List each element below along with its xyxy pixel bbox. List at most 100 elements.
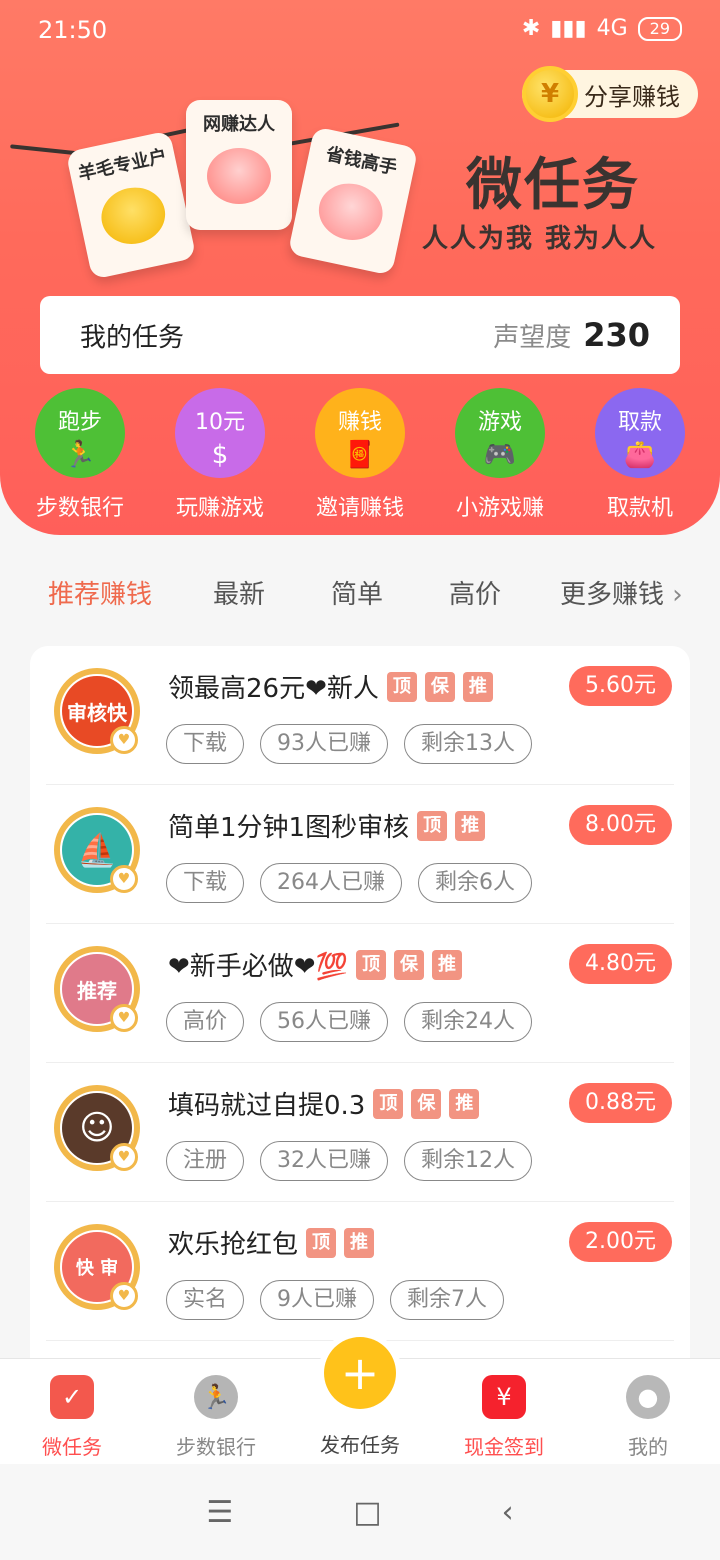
home-icon[interactable]: □ (353, 1495, 381, 1530)
mascot-card-label: 羊毛专业户 (76, 145, 169, 186)
task-row[interactable]: ☺ ♥ 填码就过自提0.3 顶 保 推 0.88元 注册 32人已赚 剩余12人 (46, 1063, 674, 1202)
vip-heart-icon: ♥ (110, 1143, 138, 1171)
badge-recommend: 推 (344, 1227, 375, 1258)
task-title: 填码就过自提0.3 顶 保 推 (168, 1085, 480, 1122)
phone-money-icon: 10元 $ (175, 388, 265, 478)
quick-play-games[interactable]: 10元 $ 玩赚游戏 (150, 388, 290, 522)
badge-top: 顶 (373, 1088, 404, 1119)
quick-label: 取款机 (606, 496, 673, 521)
task-chips: 下载 93人已赚 剩余13人 (166, 724, 533, 764)
chip-earned: 56人已赚 (260, 1002, 389, 1042)
task-chips: 注册 32人已赚 剩余12人 (166, 1141, 533, 1181)
chip-remaining: 剩余24人 (404, 1002, 533, 1042)
task-title: 欢乐抢红包 顶 推 (168, 1224, 375, 1261)
system-navigation: ☰ □ ‹ (0, 1464, 720, 1560)
my-task-card[interactable]: 我的任务 声望度 230 (40, 296, 680, 374)
vip-heart-icon: ♥ (110, 1282, 138, 1310)
brand-title: 微任务 (466, 153, 640, 218)
badge-guarantee: 保 (393, 949, 424, 980)
task-price: 4.80元 (569, 944, 672, 984)
badge-recommend: 推 (449, 1088, 480, 1119)
task-price: 2.00元 (569, 1222, 672, 1262)
task-price: 0.88元 (569, 1083, 672, 1123)
mascot-card-3: 省钱高手 (287, 126, 419, 276)
vip-heart-icon: ♥ (110, 1004, 138, 1032)
badge-recommend: 推 (462, 671, 493, 702)
task-price: 5.60元 (569, 666, 672, 706)
quick-actions: 跑步 🏃 步数银行 10元 $ 玩赚游戏 赚钱 🧧 邀请赚钱 游戏 🎮 小游戏赚… (0, 388, 720, 522)
nav-cash-signin[interactable]: ¥ 现金签到 (432, 1375, 576, 1460)
share-earn-button[interactable]: ¥ 分享赚钱 (522, 66, 698, 122)
vip-heart-icon: ♥ (110, 865, 138, 893)
task-row[interactable]: 审核快 ♥ 领最高26元❤新人 顶 保 推 5.60元 下载 93人已赚 剩余1… (46, 646, 674, 785)
quick-icon-text: 10元 (195, 410, 245, 435)
publish-button-wrap: + (318, 1331, 402, 1415)
back-icon[interactable]: ‹ (502, 1495, 514, 1530)
task-row[interactable]: ⛵ ♥ 简单1分钟1图秒审核 顶 推 8.00元 下载 264人已赚 剩余6人 (46, 785, 674, 924)
quick-icon-text: 赚钱 (337, 410, 382, 435)
quick-mini-games[interactable]: 游戏 🎮 小游戏赚 (430, 388, 570, 522)
task-title: ❤新手必做❤💯 顶 保 推 (168, 946, 462, 983)
badge-top: 顶 (417, 810, 448, 841)
red-envelope-icon: ¥ (482, 1375, 526, 1419)
nav-label: 我的 (628, 1435, 668, 1459)
task-chips: 下载 264人已赚 剩余6人 (166, 863, 533, 903)
badge-top: 顶 (355, 949, 386, 980)
quick-step-bank[interactable]: 跑步 🏃 步数银行 (10, 388, 150, 522)
vip-heart-icon: ♥ (110, 726, 138, 754)
gamepad-icon: 游戏 🎮 (455, 388, 545, 478)
tab-simple[interactable]: 简单 (331, 574, 383, 611)
tab-more[interactable]: 更多赚钱 › (560, 574, 683, 611)
quick-icon-text: 跑步 (57, 410, 102, 435)
brand-slogan: 人人为我 我为人人 (422, 224, 658, 254)
nav-mine[interactable]: ● 我的 (576, 1375, 720, 1460)
plus-icon[interactable]: + (324, 1337, 396, 1409)
status-bar: 21:50 ✱ ▮▮▮ 4G 29 (38, 14, 682, 50)
task-list: 审核快 ♥ 领最高26元❤新人 顶 保 推 5.60元 下载 93人已赚 剩余1… (30, 646, 690, 1406)
quick-icon-text: 游戏 (477, 410, 522, 435)
task-row[interactable]: 推荐 ♥ ❤新手必做❤💯 顶 保 推 4.80元 高价 56人已赚 剩余24人 (46, 924, 674, 1063)
status-time: 21:50 (38, 16, 108, 44)
tab-more-label: 更多赚钱 (560, 580, 665, 610)
task-row[interactable]: 快 审 ♥ 欢乐抢红包 顶 推 2.00元 实名 9人已赚 剩余7人 (46, 1202, 674, 1341)
chip-earned: 32人已赚 (260, 1141, 389, 1181)
mascot-icon (207, 148, 271, 204)
wallet-icon: 取款 👛 (595, 388, 685, 478)
quick-icon-text: 取款 (617, 410, 662, 435)
nav-step-bank[interactable]: 🏃 步数银行 (144, 1375, 288, 1460)
nav-label: 微任务 (42, 1435, 102, 1459)
chevron-right-icon: › (672, 580, 683, 610)
task-chips: 实名 9人已赚 剩余7人 (166, 1280, 505, 1320)
mascot-card-label: 省钱高手 (324, 143, 399, 180)
menu-icon[interactable]: ☰ (206, 1495, 233, 1530)
reputation-label: 声望度 (493, 322, 572, 353)
battery-icon: 29 (637, 16, 682, 41)
chip-earned: 93人已赚 (260, 724, 389, 764)
badge-top: 顶 (306, 1227, 337, 1258)
nav-micro-task[interactable]: ✓ 微任务 (0, 1375, 144, 1460)
tab-latest[interactable]: 最新 (213, 574, 265, 611)
tab-high-price[interactable]: 高价 (449, 574, 501, 611)
clipboard-check-icon: ✓ (50, 1375, 94, 1419)
quick-label: 步数银行 (35, 496, 124, 521)
chip-type: 高价 (166, 1002, 245, 1042)
tab-recommended[interactable]: 推荐赚钱 (48, 574, 152, 611)
quick-atm[interactable]: 取款 👛 取款机 (570, 388, 710, 522)
status-icons: ✱ ▮▮▮ 4G 29 (522, 16, 682, 41)
mascot-icon (313, 177, 388, 246)
nav-label-publish[interactable]: 发布任务 (288, 1429, 432, 1458)
category-tabs: 推荐赚钱 最新 简单 高价 更多赚钱 › (0, 568, 720, 618)
chip-type: 下载 (166, 863, 245, 903)
user-icon: ● (626, 1375, 670, 1419)
mascot-card-2: 网赚达人 (186, 100, 292, 230)
mascot-card-1: 羊毛专业户 (65, 130, 197, 280)
quick-invite[interactable]: 赚钱 🧧 邀请赚钱 (290, 388, 430, 522)
runner-icon: 🏃 (194, 1375, 238, 1419)
coin-icon: ¥ (522, 66, 578, 122)
red-envelope-icon: 赚钱 🧧 (315, 388, 405, 478)
runner-icon: 跑步 🏃 (35, 388, 125, 478)
chip-type: 实名 (166, 1280, 245, 1320)
nav-label: 步数银行 (176, 1435, 256, 1459)
network-label: 4G (596, 16, 628, 41)
task-chips: 高价 56人已赚 剩余24人 (166, 1002, 533, 1042)
